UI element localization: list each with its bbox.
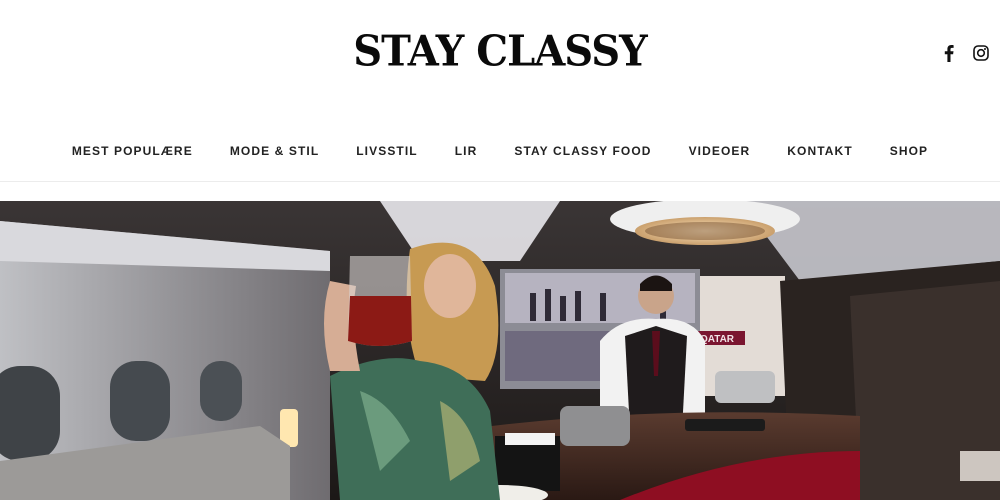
qatar-sign: QATAR: [700, 334, 735, 345]
social-links: [940, 44, 990, 62]
hero-image[interactable]: QATAR: [0, 201, 1000, 500]
nav-item-kontakt[interactable]: KONTAKT: [769, 144, 871, 158]
facebook-icon[interactable]: [940, 44, 958, 62]
nav-item-mode-stil[interactable]: MODE & STIL: [211, 144, 337, 158]
site-logo[interactable]: STAY CLASSY: [0, 27, 1000, 76]
site-header: STAY CLASSY MEST POPULÆRE MODE & STIL LI…: [0, 0, 1000, 182]
nav-item-videoer[interactable]: VIDEOER: [670, 144, 769, 158]
nav-item-mest-populaere[interactable]: MEST POPULÆRE: [53, 144, 211, 158]
nav-item-shop[interactable]: SHOP: [871, 144, 946, 158]
instagram-icon[interactable]: [972, 44, 990, 62]
nav-item-stay-classy-food[interactable]: STAY CLASSY FOOD: [496, 144, 670, 158]
nav-item-lir[interactable]: LIR: [436, 144, 496, 158]
main-navigation: MEST POPULÆRE MODE & STIL LIVSSTIL LIR S…: [0, 144, 1000, 158]
hero-photo-airplane-bar: QATAR: [0, 201, 1000, 500]
header-divider: [0, 181, 1000, 182]
nav-item-livsstil[interactable]: LIVSSTIL: [338, 144, 436, 158]
